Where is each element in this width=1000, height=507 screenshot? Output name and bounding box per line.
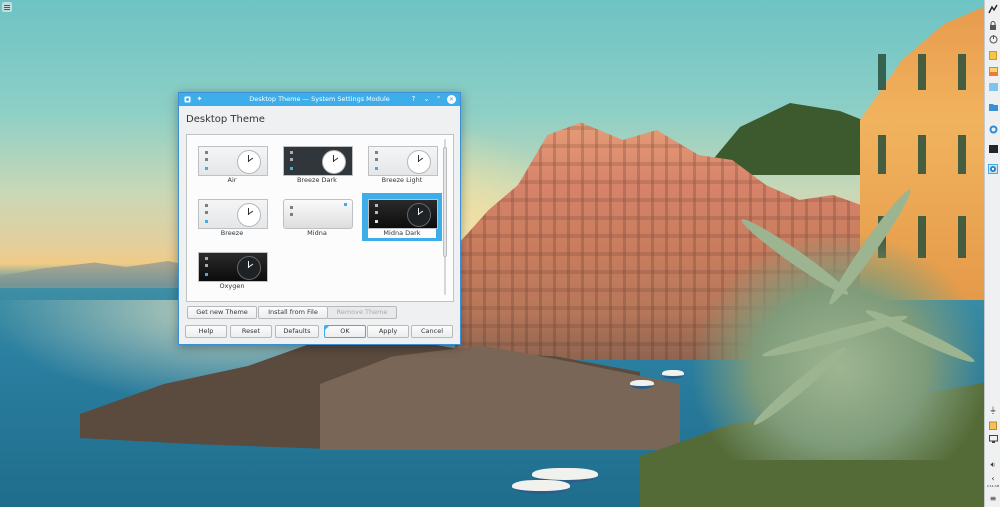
page-title: Desktop Theme bbox=[186, 114, 265, 125]
clock-icon bbox=[407, 150, 431, 174]
boat bbox=[662, 370, 684, 379]
theme-name: Midna bbox=[307, 229, 327, 237]
preview-icon bbox=[290, 167, 293, 170]
theme-list: Air Breeze Dark Breeze Light Breeze Midn… bbox=[186, 134, 454, 302]
clock-icon bbox=[237, 256, 261, 280]
theme-preview bbox=[368, 199, 438, 229]
boat bbox=[630, 380, 654, 389]
clock-icon bbox=[407, 203, 431, 227]
cancel-button[interactable]: Cancel bbox=[411, 325, 453, 338]
preview-icon bbox=[290, 158, 293, 161]
volume-icon[interactable]: 🔉︎ bbox=[988, 460, 998, 470]
preview-icon bbox=[375, 211, 378, 214]
folder-icon[interactable] bbox=[988, 102, 998, 112]
settings-icon[interactable] bbox=[988, 164, 998, 174]
browser-icon[interactable] bbox=[988, 124, 998, 134]
usb-icon[interactable]: ⏚ bbox=[988, 406, 998, 416]
preview-icon bbox=[205, 273, 208, 276]
remove-theme-button[interactable]: Remove Theme bbox=[327, 306, 397, 319]
close-icon[interactable]: ✕ bbox=[447, 95, 456, 104]
preview-icon bbox=[375, 220, 378, 223]
theme-list-scrollbar[interactable] bbox=[443, 139, 447, 295]
preview-icon bbox=[205, 264, 208, 267]
preview-icon bbox=[205, 158, 208, 161]
window-titlebar[interactable]: ✦ Desktop Theme — System Settings Module… bbox=[179, 93, 460, 106]
clock-icon bbox=[237, 150, 261, 174]
preview-icon bbox=[290, 213, 293, 216]
maximize-icon[interactable]: ⌃ bbox=[434, 95, 443, 104]
menu-icon[interactable]: ≡ bbox=[988, 494, 998, 504]
display-icon[interactable] bbox=[988, 434, 998, 444]
theme-preview bbox=[283, 146, 353, 176]
theme-tile-breeze-dark[interactable]: Breeze Dark bbox=[277, 140, 357, 188]
preview-icon bbox=[205, 151, 208, 154]
default-button-marker bbox=[325, 326, 329, 330]
chevron-left-icon[interactable]: ‹ bbox=[988, 474, 998, 484]
preview-icon bbox=[290, 151, 293, 154]
ok-button-label: OK bbox=[340, 327, 350, 335]
image-icon[interactable] bbox=[988, 66, 998, 76]
clock-icon bbox=[322, 150, 346, 174]
ok-button[interactable]: OK bbox=[324, 325, 366, 338]
preview-icon bbox=[205, 220, 208, 223]
clock-icon bbox=[237, 203, 261, 227]
notes-icon[interactable] bbox=[988, 50, 998, 60]
preview-icon bbox=[205, 204, 208, 207]
apply-button[interactable]: Apply bbox=[367, 325, 409, 338]
desktop-theme-dialog: ✦ Desktop Theme — System Settings Module… bbox=[178, 92, 461, 345]
preview-icon bbox=[375, 167, 378, 170]
get-new-theme-button[interactable]: Get new Theme bbox=[187, 306, 257, 319]
panel-clock[interactable]: 2:14 AM bbox=[986, 484, 1000, 488]
theme-name: Oxygen bbox=[219, 282, 245, 290]
desktop-wallpaper bbox=[0, 0, 1000, 507]
install-from-file-button[interactable]: Install from File bbox=[258, 306, 328, 319]
reset-button[interactable]: Reset bbox=[230, 325, 272, 338]
theme-preview bbox=[198, 252, 268, 282]
theme-tile-air[interactable]: Air bbox=[192, 140, 272, 188]
lock-icon[interactable] bbox=[988, 20, 998, 30]
theme-tile-breeze[interactable]: Breeze bbox=[192, 193, 272, 241]
boat bbox=[512, 480, 570, 494]
preview-icon bbox=[375, 151, 378, 154]
help-icon[interactable]: ? bbox=[409, 95, 418, 104]
preview-icon bbox=[290, 206, 293, 209]
theme-name: Air bbox=[227, 176, 237, 184]
theme-tile-oxygen[interactable]: Oxygen bbox=[192, 246, 272, 294]
theme-preview bbox=[198, 199, 268, 229]
theme-name: Breeze Light bbox=[381, 176, 423, 184]
plasma-logo-icon[interactable] bbox=[988, 4, 998, 14]
right-panel: ⏚ 🔉︎ ‹ 2:14 AM ≡ bbox=[984, 0, 1000, 507]
preview-icon bbox=[344, 203, 347, 206]
minimize-icon[interactable]: ⌄ bbox=[422, 95, 431, 104]
terminal-icon[interactable] bbox=[988, 144, 998, 154]
preview-icon bbox=[375, 204, 378, 207]
theme-preview bbox=[283, 199, 353, 229]
preview-icon bbox=[205, 211, 208, 214]
preview-icon bbox=[375, 158, 378, 161]
theme-name: Midna Dark bbox=[368, 229, 436, 238]
blue-icon[interactable] bbox=[988, 82, 998, 92]
scrollbar-handle[interactable] bbox=[443, 147, 447, 257]
clipboard-icon[interactable] bbox=[988, 420, 998, 430]
theme-preview bbox=[368, 146, 438, 176]
defaults-button[interactable]: Defaults bbox=[275, 325, 319, 338]
help-button[interactable]: Help bbox=[185, 325, 227, 338]
desktop-toolbox-button[interactable] bbox=[2, 2, 12, 12]
theme-preview bbox=[198, 146, 268, 176]
theme-name: Breeze Dark bbox=[297, 176, 337, 184]
theme-tile-midna-dark[interactable]: Midna Dark bbox=[362, 193, 442, 241]
theme-tile-breeze-light[interactable]: Breeze Light bbox=[362, 140, 442, 188]
power-icon[interactable] bbox=[988, 34, 998, 44]
theme-name: Breeze bbox=[220, 229, 244, 237]
preview-icon bbox=[205, 167, 208, 170]
theme-tile-midna[interactable]: Midna bbox=[277, 193, 357, 241]
preview-icon bbox=[205, 257, 208, 260]
